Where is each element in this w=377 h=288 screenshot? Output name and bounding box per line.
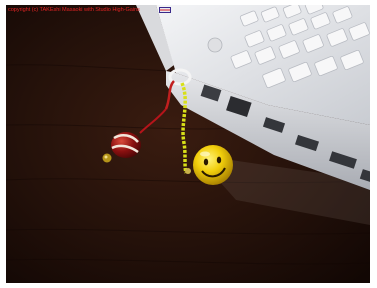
copyright-caption: copyright (c) TAKEshi Masaoki with Studi… xyxy=(8,7,140,13)
flag-icon xyxy=(159,7,171,13)
photo-scene xyxy=(6,5,370,283)
photo: copyright (c) TAKEshi Masaoki with Studi… xyxy=(6,5,370,283)
speaker-grille xyxy=(207,37,223,53)
